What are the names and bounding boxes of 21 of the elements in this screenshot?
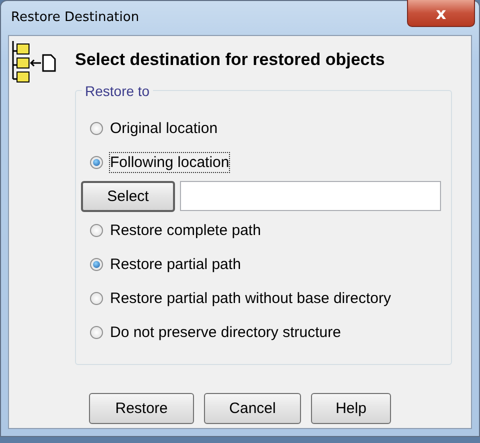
help-button[interactable]: Help [311,393,391,424]
radio-button[interactable] [90,156,103,168]
radio-label[interactable]: Do not preserve directory structure [109,322,342,342]
radio-button[interactable] [90,292,103,304]
radio-button[interactable] [90,122,103,134]
radio-label[interactable]: Following location [109,152,230,172]
window-title: Restore Destination [11,10,140,25]
radio-button[interactable] [90,258,103,270]
close-button[interactable]: x [407,0,475,27]
radio-label[interactable]: Restore partial path [109,254,242,274]
dialog-heading: Select destination for restored objects [75,50,385,70]
radio-label[interactable]: Restore complete path [109,220,262,240]
radio-label[interactable]: Original location [109,118,219,138]
path-field[interactable] [180,181,441,211]
radio-label[interactable]: Restore partial path without base directory [109,288,392,308]
radio-button[interactable] [90,326,103,338]
restore-button[interactable]: Restore [89,393,194,424]
radio-button[interactable] [90,224,103,236]
select-button[interactable]: Select [81,180,175,212]
group-legend: Restore to [82,83,153,99]
cancel-button[interactable]: Cancel [204,393,301,424]
